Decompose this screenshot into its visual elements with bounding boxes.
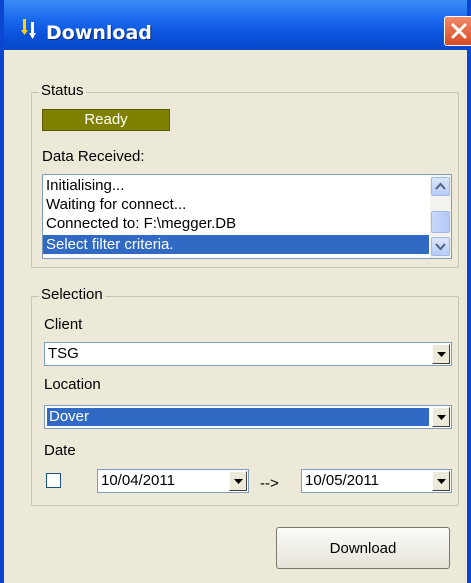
log-scrollbar[interactable] [430, 175, 451, 258]
selection-group-legend: Selection [39, 286, 105, 303]
download-arrows-icon [20, 18, 38, 40]
date-filter-checkbox[interactable] [46, 473, 61, 488]
dialog-body: Status Ready Data Received: Initialising… [4, 50, 467, 583]
close-button[interactable] [444, 16, 471, 46]
log-item-selected[interactable]: Select filter criteria. [43, 235, 429, 254]
status-group-legend: Status [39, 82, 86, 99]
scroll-up-button[interactable] [431, 177, 450, 196]
location-dropdown[interactable]: Dover [44, 405, 452, 429]
date-from-value: 10/04/2011 [101, 472, 175, 489]
log-item[interactable]: Initialising... [46, 176, 124, 195]
client-value: TSG [48, 345, 79, 362]
scroll-down-button[interactable] [431, 237, 450, 256]
date-to-picker[interactable]: 10/05/2011 [301, 469, 452, 493]
date-label: Date [44, 442, 76, 459]
log-item[interactable]: Connected to: F:\megger.DB [46, 214, 236, 233]
download-dialog: Download Status Ready Data Received: Ini… [0, 0, 471, 583]
status-indicator: Ready [42, 109, 170, 131]
client-label: Client [44, 316, 83, 333]
client-dropdown-button[interactable] [432, 344, 450, 364]
location-label: Location [44, 376, 101, 393]
scroll-thumb[interactable] [431, 211, 450, 233]
window-title: Download [46, 22, 152, 44]
date-range-arrow: --> [260, 475, 279, 492]
location-value: Dover [47, 408, 429, 426]
date-from-dropdown-button[interactable] [229, 471, 247, 491]
date-to-value: 10/05/2011 [305, 472, 379, 489]
date-from-picker[interactable]: 10/04/2011 [97, 469, 249, 493]
log-item[interactable]: Waiting for connect... [46, 195, 186, 214]
data-received-log[interactable]: Initialising... Waiting for connect... C… [42, 174, 452, 259]
download-button[interactable]: Download [276, 527, 450, 569]
date-to-dropdown-button[interactable] [432, 471, 450, 491]
data-received-label: Data Received: [42, 148, 145, 165]
title-bar[interactable]: Download [4, 0, 471, 50]
client-dropdown[interactable]: TSG [44, 342, 452, 366]
location-dropdown-button[interactable] [432, 407, 450, 427]
